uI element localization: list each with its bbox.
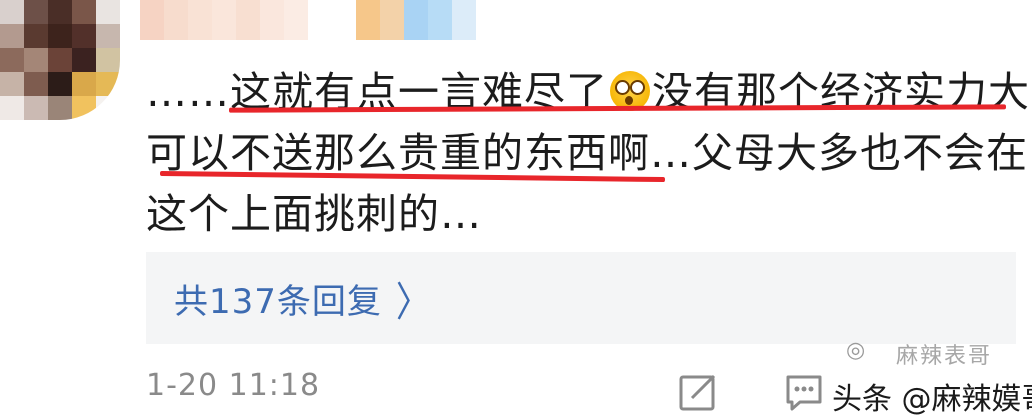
replies-panel[interactable]: 共137条回复 〉	[146, 252, 1016, 344]
comment-line-1: ……这就有点一言难尽了 没有那个经济实力大	[146, 62, 1029, 123]
chevron-right-icon: 〉	[395, 278, 431, 327]
edit-icon[interactable]	[678, 372, 718, 412]
avatar[interactable]	[0, 0, 120, 120]
watermark-brand: 麻辣表哥	[896, 344, 993, 369]
comment-ellipsis: ……	[146, 68, 230, 116]
replies-count-label: 共137条回复	[174, 282, 382, 322]
comment-line-2-rest: 父母大多也不会在	[692, 129, 1028, 177]
comment-timestamp: 1-20 11:18	[146, 368, 321, 403]
username-blurred[interactable]	[140, 0, 476, 40]
comment-text: ……这就有点一言难尽了 没有那个经济实力大 可以不送那么贵重的东西啊…父母大多也不…	[146, 62, 1029, 245]
comment-highlight-c: 可以不送那么贵重的东西啊…	[146, 129, 692, 177]
comment-icon[interactable]	[784, 372, 824, 412]
watermark-caption: 头条 @麻辣嫫哥	[832, 382, 1032, 417]
watermark-logo-icon: ◎	[846, 338, 866, 363]
view-replies-link[interactable]: 共137条回复 〉	[174, 274, 431, 327]
comment-line-3: 这个上面挑刺的…	[146, 190, 482, 238]
